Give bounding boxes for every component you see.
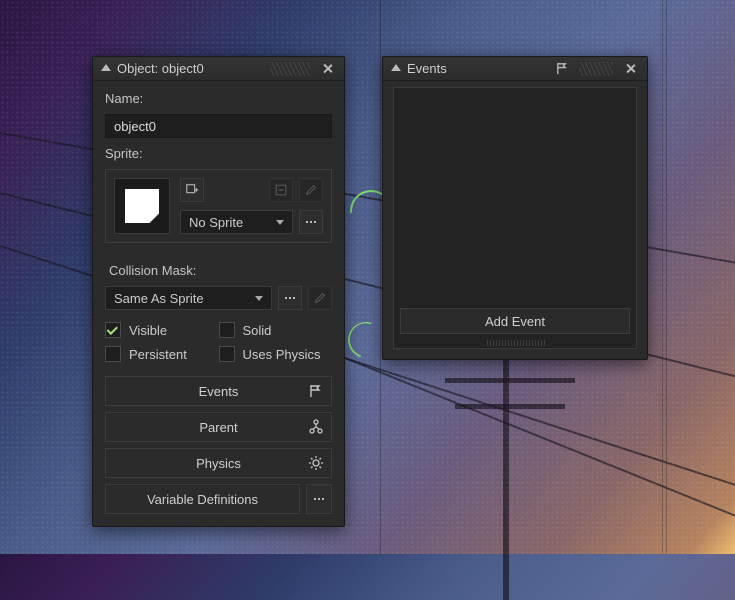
object-panel: Object: object0 Name: Sprite: bbox=[92, 56, 345, 527]
properties-icon bbox=[274, 183, 288, 197]
pencil-icon bbox=[313, 291, 327, 305]
collapse-icon[interactable] bbox=[391, 64, 401, 71]
bg-pole-cross bbox=[455, 404, 565, 409]
sprite-placeholder-icon bbox=[125, 189, 159, 223]
events-panel-titlebar[interactable]: Events bbox=[383, 57, 647, 81]
checkbox-box bbox=[219, 322, 235, 338]
drag-grip[interactable] bbox=[270, 62, 310, 76]
add-event-button[interactable]: Add Event bbox=[400, 308, 630, 334]
drag-grip[interactable] bbox=[579, 62, 613, 76]
sprite-select[interactable]: No Sprite bbox=[180, 210, 293, 234]
nav-label: Physics bbox=[196, 456, 241, 471]
uses-physics-checkbox[interactable]: Uses Physics bbox=[219, 346, 333, 362]
physics-nav-button[interactable]: Physics bbox=[105, 448, 332, 478]
add-event-label: Add Event bbox=[485, 314, 545, 329]
collapse-icon[interactable] bbox=[101, 64, 111, 71]
new-sprite-icon bbox=[185, 183, 199, 197]
visible-checkbox[interactable]: Visible bbox=[105, 322, 219, 338]
events-nav-button[interactable]: Events bbox=[105, 376, 332, 406]
name-input[interactable] bbox=[105, 114, 332, 138]
sprite-preview[interactable] bbox=[114, 178, 170, 234]
pencil-icon bbox=[304, 183, 318, 197]
collision-mask-more-button[interactable] bbox=[278, 286, 302, 310]
name-label: Name: bbox=[105, 91, 332, 106]
bg-pole-cross bbox=[445, 378, 575, 383]
resize-grip[interactable] bbox=[485, 340, 545, 346]
panel-title: Events bbox=[407, 61, 447, 76]
parent-nav-button[interactable]: Parent bbox=[105, 412, 332, 442]
checkbox-label: Uses Physics bbox=[243, 347, 321, 362]
variable-definitions-more-button[interactable] bbox=[306, 484, 332, 514]
checkbox-label: Persistent bbox=[129, 347, 187, 362]
events-list[interactable] bbox=[394, 88, 636, 302]
close-button[interactable] bbox=[619, 60, 641, 78]
flag-icon bbox=[307, 382, 325, 400]
collision-mask-label: Collision Mask: bbox=[105, 263, 332, 278]
nav-label: Parent bbox=[199, 420, 237, 435]
bg-rule-3 bbox=[666, 0, 667, 554]
variable-definitions-button[interactable]: Variable Definitions bbox=[105, 484, 300, 514]
checkbox-box bbox=[105, 322, 121, 338]
bg-rule-2 bbox=[662, 0, 663, 554]
panel-title: Object: object0 bbox=[117, 61, 204, 76]
sprite-label: Sprite: bbox=[105, 146, 332, 161]
edit-sprite-button[interactable] bbox=[299, 178, 323, 202]
flag-icon bbox=[551, 60, 573, 78]
events-list-container: Add Event bbox=[393, 87, 637, 349]
collision-mask-value: Same As Sprite bbox=[114, 291, 204, 306]
hierarchy-icon bbox=[307, 418, 325, 436]
solid-checkbox[interactable]: Solid bbox=[219, 322, 333, 338]
bg-rule-1 bbox=[380, 0, 381, 554]
checkbox-label: Solid bbox=[243, 323, 272, 338]
sprite-select-value: No Sprite bbox=[189, 215, 243, 230]
object-panel-titlebar[interactable]: Object: object0 bbox=[93, 57, 344, 81]
nav-label: Events bbox=[199, 384, 239, 399]
edit-mask-button[interactable] bbox=[308, 286, 332, 310]
new-sprite-button[interactable] bbox=[180, 178, 204, 202]
gear-icon bbox=[307, 454, 325, 472]
checkbox-box bbox=[105, 346, 121, 362]
persistent-checkbox[interactable]: Persistent bbox=[105, 346, 219, 362]
sprite-options-button[interactable] bbox=[269, 178, 293, 202]
collision-mask-select[interactable]: Same As Sprite bbox=[105, 286, 272, 310]
sprite-area: No Sprite bbox=[105, 169, 332, 243]
checkbox-label: Visible bbox=[129, 323, 167, 338]
nav-label: Variable Definitions bbox=[147, 492, 258, 507]
sprite-more-button[interactable] bbox=[299, 210, 323, 234]
checkbox-box bbox=[219, 346, 235, 362]
close-button[interactable] bbox=[316, 60, 338, 78]
events-panel: Events Add Event bbox=[382, 56, 648, 360]
